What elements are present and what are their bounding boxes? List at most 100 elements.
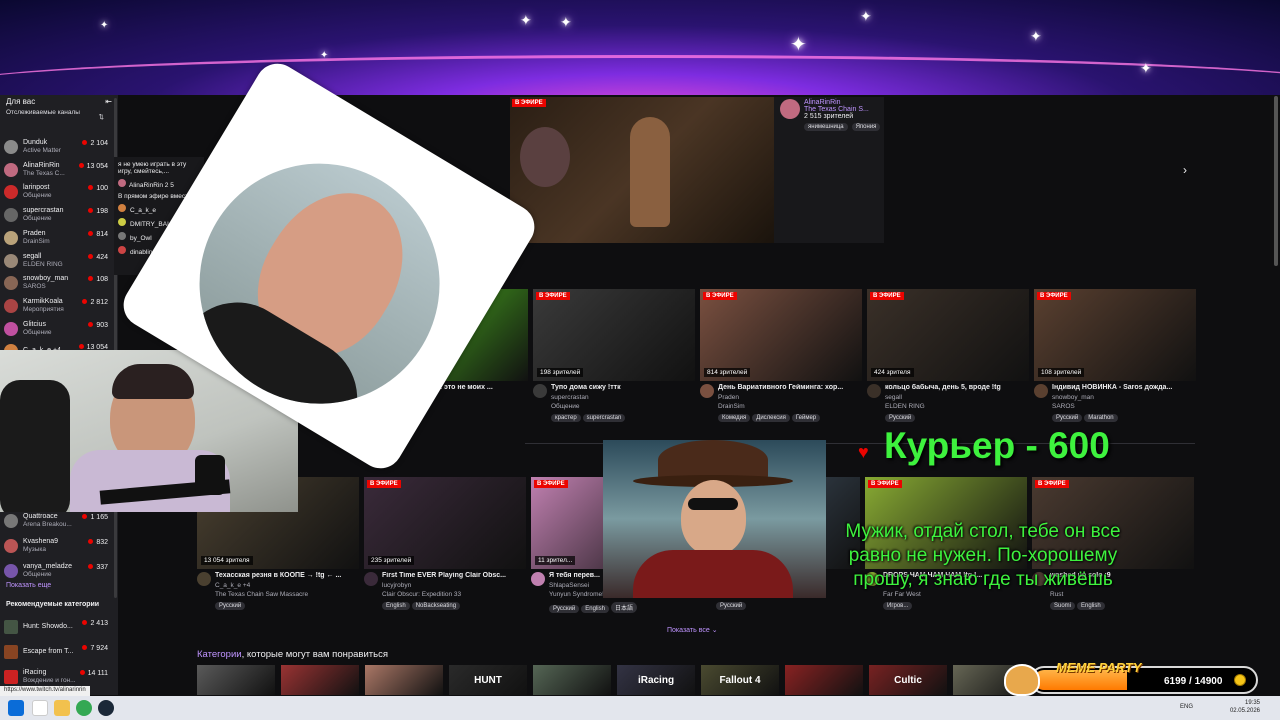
sidebar-channel[interactable]: vanya_meladze Общение 337 bbox=[0, 560, 118, 582]
avatar[interactable] bbox=[1034, 384, 1048, 398]
sidebar-channel[interactable]: segall ELDEN RING 424 bbox=[0, 250, 118, 272]
avatar[interactable] bbox=[531, 572, 545, 586]
stream-thumbnail[interactable]: В ЭФИРЕ 198 зрителей bbox=[533, 289, 695, 381]
stream-channel[interactable]: segall bbox=[885, 394, 902, 401]
folder-icon[interactable] bbox=[54, 700, 70, 716]
sidebar-category[interactable]: Escape from T... 7 924 bbox=[0, 641, 118, 663]
category-tile[interactable] bbox=[785, 665, 863, 695]
tag[interactable]: supercrastan bbox=[582, 414, 626, 422]
stream-title[interactable]: День Вариативного Гейминга: хор... bbox=[718, 384, 858, 391]
stream-channel[interactable]: ShlapaSensei bbox=[549, 582, 589, 589]
stream-title[interactable]: Інди​вид НОВИНКА - Saros дожда... bbox=[1052, 384, 1192, 391]
categories-link[interactable]: Категории bbox=[197, 649, 242, 660]
avatar[interactable] bbox=[533, 384, 547, 398]
stream-channel[interactable]: C_a_k_e +4 bbox=[215, 582, 250, 589]
collapse-icon[interactable]: ⇤ bbox=[105, 97, 112, 106]
sidebar-channel[interactable]: KarmikKoala Мероприятия 2 812 bbox=[0, 295, 118, 317]
page-scrollbar[interactable] bbox=[1274, 96, 1278, 266]
sidebar-channel[interactable]: Quattroace Arena Breakou... 1 165 bbox=[0, 510, 118, 532]
avatar[interactable] bbox=[197, 572, 211, 586]
show-all-link[interactable]: Показать все ⌄ bbox=[667, 626, 718, 634]
chevron-right-icon[interactable]: › bbox=[1183, 163, 1187, 177]
stream-game[interactable]: Far Far West bbox=[883, 591, 921, 598]
tag[interactable]: Комедия bbox=[718, 414, 751, 422]
clock[interactable]: 19:35 02.05.2026 bbox=[1230, 699, 1260, 715]
featured-stream[interactable]: В ЭФИРЕ AlinaRinRin The Texas Chain S...… bbox=[510, 97, 884, 243]
featured-channel[interactable]: AlinaRinRin bbox=[804, 99, 882, 106]
stream-channel[interactable]: snowboy_man bbox=[1052, 394, 1094, 401]
sidebar-channel[interactable]: Dunduk Active Matter 2 104 bbox=[0, 136, 118, 158]
featured-video[interactable]: В ЭФИРЕ bbox=[510, 97, 774, 243]
windows-start-icon[interactable] bbox=[8, 700, 24, 716]
stream-thumbnail[interactable]: В ЭФИРЕ 424 зрителя bbox=[867, 289, 1029, 381]
show-more-link[interactable]: Показать еще bbox=[6, 582, 51, 589]
category-viewers: 7 924 bbox=[82, 645, 108, 652]
steam-icon[interactable] bbox=[98, 700, 114, 716]
tag[interactable]: Русский bbox=[1052, 414, 1083, 422]
tag[interactable]: English bbox=[382, 602, 410, 610]
stream-thumbnail[interactable]: В ЭФИРЕ 235 зрителей bbox=[364, 477, 526, 569]
stream-channel[interactable]: supercrastan bbox=[551, 394, 589, 401]
stream-thumbnail[interactable]: В ЭФИРЕ 108 зрителей bbox=[1034, 289, 1196, 381]
stream-game[interactable]: Rust bbox=[1050, 591, 1063, 598]
sort-icon[interactable]: ⇅ bbox=[99, 113, 104, 121]
tag[interactable]: янимешница bbox=[804, 123, 848, 131]
tag[interactable]: крастер bbox=[551, 414, 581, 422]
tag[interactable]: Marathon bbox=[1084, 414, 1118, 422]
category-tile[interactable] bbox=[281, 665, 359, 695]
category-tile[interactable] bbox=[533, 665, 611, 695]
language-indicator[interactable]: ENG bbox=[1180, 704, 1193, 710]
stream-game[interactable]: DrainSim bbox=[718, 403, 745, 410]
category-tile[interactable]: Cultic bbox=[869, 665, 947, 695]
stream-game[interactable]: ELDEN RING bbox=[885, 403, 925, 410]
stream-title[interactable]: Тупо дома сижу !ттк bbox=[551, 384, 691, 391]
stream-game[interactable]: Общение bbox=[551, 403, 580, 410]
tag[interactable]: NoBackseating bbox=[411, 602, 461, 610]
stream-title[interactable]: кольцо бабыча, день 5, вроде !tg bbox=[885, 384, 1025, 391]
sidebar-channel[interactable]: Praden DrainSim 814 bbox=[0, 227, 118, 249]
category-tile[interactable] bbox=[365, 665, 443, 695]
tag[interactable]: 日本語 bbox=[610, 602, 637, 613]
category-tile[interactable]: iRacing bbox=[617, 665, 695, 695]
featured-game[interactable]: The Texas Chain S... bbox=[804, 106, 882, 113]
sidebar-channel[interactable]: larinpost Общение 100 bbox=[0, 181, 118, 203]
stream-title[interactable]: First Time EVER Playing Clair Obsc... bbox=[382, 572, 522, 579]
stream-channel[interactable]: lucyjrobyn bbox=[382, 582, 411, 589]
avatar[interactable] bbox=[780, 99, 800, 119]
category-tile[interactable]: Fallout 4 bbox=[701, 665, 779, 695]
tag[interactable]: Русский bbox=[716, 602, 747, 610]
stream-channel[interactable]: Praden bbox=[718, 394, 739, 401]
tag[interactable]: Япония bbox=[851, 123, 881, 131]
category-tile[interactable]: HUNT bbox=[449, 665, 527, 695]
tag[interactable]: Suomi bbox=[1050, 602, 1076, 610]
avatar[interactable] bbox=[700, 384, 714, 398]
sidebar-channel[interactable]: supercrastan Общение 198 bbox=[0, 204, 118, 226]
sidebar-category[interactable]: iRacing Вождение и гон... 14 111 bbox=[0, 666, 118, 688]
yandex-icon[interactable] bbox=[32, 700, 48, 716]
stream-game[interactable]: Yunyun Syndrome!? bbox=[549, 591, 608, 598]
tag[interactable]: Русский bbox=[885, 414, 916, 422]
avatar[interactable] bbox=[867, 384, 881, 398]
tag[interactable]: English bbox=[581, 605, 609, 613]
tag[interactable]: Русский bbox=[549, 605, 580, 613]
sidebar-channel[interactable]: AlinaRinRin The Texas C... 13 054 bbox=[0, 159, 118, 181]
stream-thumbnail[interactable]: В ЭФИРЕ 814 зрителей bbox=[700, 289, 862, 381]
stream-game[interactable]: Clair Obscur: Expedition 33 bbox=[382, 591, 461, 598]
sidebar-channel[interactable]: snowboy_man SAROS 108 bbox=[0, 272, 118, 294]
tag[interactable]: Дислексия bbox=[752, 414, 790, 422]
star-icon: ✦ bbox=[320, 50, 329, 61]
chrome-icon[interactable] bbox=[76, 700, 92, 716]
sidebar-channel[interactable]: Kvashena9 Музыка 832 bbox=[0, 535, 118, 557]
tag[interactable]: Русский bbox=[215, 602, 246, 610]
tag[interactable]: English bbox=[1077, 602, 1105, 610]
stream-game[interactable]: SAROS bbox=[1052, 403, 1075, 410]
sidebar-category[interactable]: Hunt: Showdo... 2 413 bbox=[0, 616, 118, 638]
sidebar-channel[interactable]: Glitcius Общение 903 bbox=[0, 318, 118, 340]
tag[interactable]: Геймер bbox=[791, 414, 821, 422]
hover-host[interactable]: AlinaRinRin 2 5 bbox=[118, 179, 200, 189]
avatar[interactable] bbox=[364, 572, 378, 586]
category-tile[interactable] bbox=[197, 665, 275, 695]
stream-title[interactable]: Техасская резня в КООПЕ → !tg ← ... bbox=[215, 572, 355, 579]
stream-game[interactable]: The Texas Chain Saw Massacre bbox=[215, 591, 308, 598]
tag[interactable]: Игров... bbox=[883, 602, 913, 610]
